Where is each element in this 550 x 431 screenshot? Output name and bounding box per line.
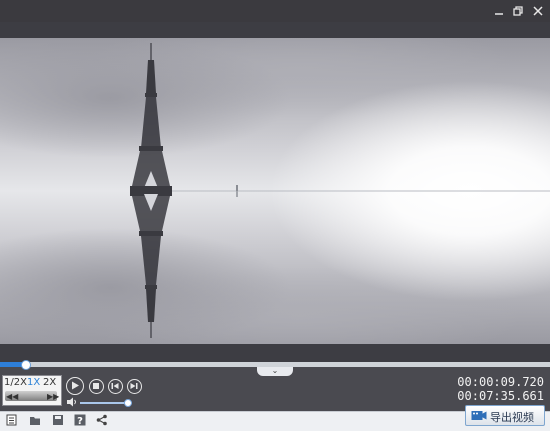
play-button[interactable]: [66, 377, 84, 395]
export-video-icon: [471, 411, 487, 420]
volume-icon[interactable]: [66, 397, 78, 407]
close-icon: [533, 6, 543, 16]
restore-button[interactable]: [510, 3, 526, 19]
help-icon[interactable]: ?: [74, 414, 86, 426]
video-frame-image: [130, 43, 550, 338]
export-video-button[interactable]: 导出视频: [465, 405, 545, 426]
open-folder-icon[interactable]: [29, 414, 41, 426]
stop-button[interactable]: [89, 379, 104, 394]
save-icon[interactable]: [52, 414, 64, 426]
close-button[interactable]: [530, 3, 546, 19]
next-frame-icon: [130, 383, 138, 389]
speed-option-1x[interactable]: 1X: [27, 377, 40, 388]
minimize-button[interactable]: [491, 3, 507, 19]
video-letterbox-top: [0, 22, 550, 38]
previous-frame-icon: [111, 383, 119, 389]
export-video-label: 导出视频: [490, 411, 534, 424]
progress-handle[interactable]: [20, 360, 31, 370]
next-frame-button[interactable]: [127, 379, 142, 394]
speed-option-2x[interactable]: 2X: [43, 377, 56, 388]
video-preview[interactable]: [0, 38, 550, 344]
chevron-down-icon: ⌄: [271, 366, 279, 375]
fast-forward-icon[interactable]: ▶▶: [47, 392, 59, 401]
collapse-panel-button[interactable]: ⌄: [257, 367, 293, 376]
speed-option-half[interactable]: 1/2X: [4, 377, 27, 388]
title-bar: [0, 0, 550, 22]
share-icon[interactable]: [96, 414, 108, 426]
minimize-icon: [495, 13, 503, 15]
restore-icon: [513, 6, 523, 16]
current-time: 00:00:09.720: [457, 375, 544, 389]
volume-handle[interactable]: [123, 399, 132, 407]
svg-text:?: ?: [77, 416, 83, 426]
rewind-icon[interactable]: ◀◀: [6, 392, 18, 401]
stop-icon: [93, 383, 99, 389]
play-icon: [72, 381, 79, 390]
total-duration: 00:07:35.661: [457, 389, 544, 403]
previous-frame-button[interactable]: [108, 379, 123, 394]
video-letterbox-bottom: [0, 344, 550, 362]
new-project-icon[interactable]: [6, 414, 18, 426]
